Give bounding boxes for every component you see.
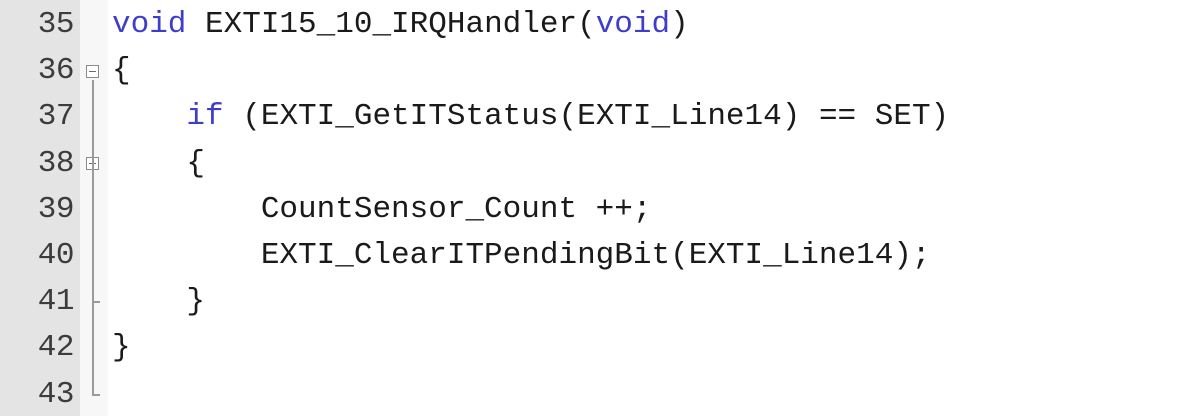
code-line[interactable]: 39 CountSensor_Count ++; [0, 187, 1188, 233]
code-line[interactable]: 43 [0, 372, 1188, 418]
keyword-token: void [595, 7, 671, 42]
line-number: 43 [37, 376, 75, 412]
line-number: 37 [37, 99, 75, 135]
line-number: 40 [37, 238, 75, 273]
code-line[interactable]: 41 } [0, 279, 1188, 325]
code-token: } [112, 330, 131, 366]
code-token: ) [670, 7, 689, 42]
code-text[interactable]: void EXTI15_10_IRQHandler(void) [112, 2, 689, 48]
code-line[interactable]: 42} [0, 325, 1188, 371]
code-text[interactable]: { [112, 48, 131, 94]
code-line[interactable]: 35 void EXTI15_10_IRQHandler(void) [0, 2, 1188, 48]
line-number: 41 [37, 284, 75, 320]
code-editor[interactable]: 35 void EXTI15_10_IRQHandler(void) 36 {37 i… [0, 0, 1188, 416]
code-token: { [112, 53, 131, 89]
code-token: EXTI_ClearITPendingBit(EXTI_Line14); [112, 238, 931, 273]
line-number: 36 [37, 53, 75, 89]
code-text[interactable]: EXTI_ClearITPendingBit(EXTI_Line14); [112, 233, 931, 279]
code-text[interactable]: { [112, 141, 205, 187]
code-line[interactable]: 36 { [0, 48, 1188, 94]
code-token: { [112, 145, 206, 181]
code-token: EXTI15_10_IRQHandler( [186, 7, 596, 42]
code-line[interactable]: 38 { [0, 141, 1188, 187]
keyword-token: if [186, 99, 224, 135]
code-token: CountSensor_Count ++; [112, 191, 652, 227]
code-line[interactable]: 40 EXTI_ClearITPendingBit(EXTI_Line14); [0, 233, 1188, 279]
line-number: 39 [37, 191, 75, 227]
line-number: 35 [37, 7, 75, 42]
code-token: (EXTI_GetITStatus(EXTI_Line14) == SET) [223, 99, 950, 135]
code-line[interactable]: 37 if (EXTI_GetITStatus(EXTI_Line14) == … [0, 94, 1188, 140]
code-token: } [112, 284, 206, 320]
keyword-token: void [112, 7, 187, 42]
line-number: 38 [37, 145, 75, 181]
code-text[interactable]: } [112, 279, 205, 325]
code-text[interactable]: CountSensor_Count ++; [112, 187, 652, 233]
code-text[interactable]: } [112, 325, 131, 371]
line-number: 42 [37, 330, 75, 366]
code-text[interactable]: if (EXTI_GetITStatus(EXTI_Line14) == SET… [112, 94, 949, 140]
